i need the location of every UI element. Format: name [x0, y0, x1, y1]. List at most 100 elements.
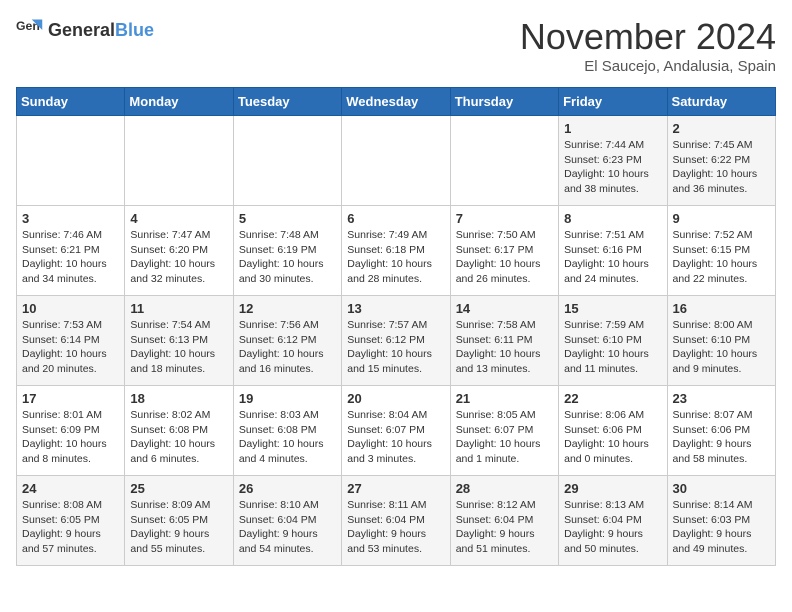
day-number: 2 — [673, 121, 770, 136]
calendar-cell: 16 Sunrise: 8:00 AM Sunset: 6:10 PM Dayli… — [667, 296, 775, 386]
day-number: 24 — [22, 481, 119, 496]
logo-icon: Gen — [16, 16, 44, 44]
calendar-cell: 21 Sunrise: 8:05 AM Sunset: 6:07 PM Dayli… — [450, 386, 558, 476]
calendar-cell: 26 Sunrise: 8:10 AM Sunset: 6:04 PM Dayli… — [233, 476, 341, 566]
calendar-cell — [17, 116, 125, 206]
month-title: November 2024 — [520, 16, 776, 58]
day-number: 9 — [673, 211, 770, 226]
calendar-day-header: Tuesday — [233, 88, 341, 116]
calendar-cell: 20 Sunrise: 8:04 AM Sunset: 6:07 PM Dayli… — [342, 386, 450, 476]
day-info: Sunrise: 8:12 AM Sunset: 6:04 PM Dayligh… — [456, 498, 553, 557]
calendar-cell: 12 Sunrise: 7:56 AM Sunset: 6:12 PM Dayli… — [233, 296, 341, 386]
calendar-cell: 15Sunrise: 7:59 AM Sunset: 6:10 PM Dayli… — [559, 296, 667, 386]
calendar-cell — [125, 116, 233, 206]
calendar-week-row: 1 Sunrise: 7:44 AM Sunset: 6:23 PM Daylig… — [17, 116, 776, 206]
calendar-cell: 1 Sunrise: 7:44 AM Sunset: 6:23 PM Daylig… — [559, 116, 667, 206]
calendar-cell: 7 Sunrise: 7:50 AM Sunset: 6:17 PM Daylig… — [450, 206, 558, 296]
calendar-cell: 11Sunrise: 7:54 AM Sunset: 6:13 PM Dayli… — [125, 296, 233, 386]
day-number: 13 — [347, 301, 444, 316]
day-info: Sunrise: 7:51 AM Sunset: 6:16 PM Dayligh… — [564, 228, 661, 287]
day-info: Sunrise: 7:44 AM Sunset: 6:23 PM Dayligh… — [564, 138, 661, 197]
day-info: Sunrise: 7:50 AM Sunset: 6:17 PM Dayligh… — [456, 228, 553, 287]
day-info: Sunrise: 8:01 AM Sunset: 6:09 PM Dayligh… — [22, 408, 119, 467]
day-number: 21 — [456, 391, 553, 406]
calendar-cell — [342, 116, 450, 206]
day-info: Sunrise: 8:04 AM Sunset: 6:07 PM Dayligh… — [347, 408, 444, 467]
calendar-day-header: Monday — [125, 88, 233, 116]
day-number: 30 — [673, 481, 770, 496]
day-info: Sunrise: 8:07 AM Sunset: 6:06 PM Dayligh… — [673, 408, 770, 467]
logo: Gen GeneralBlue — [16, 16, 154, 44]
day-number: 26 — [239, 481, 336, 496]
day-number: 25 — [130, 481, 227, 496]
calendar-cell: 8Sunrise: 7:51 AM Sunset: 6:16 PM Daylig… — [559, 206, 667, 296]
calendar-cell: 28Sunrise: 8:12 AM Sunset: 6:04 PM Dayli… — [450, 476, 558, 566]
day-number: 3 — [22, 211, 119, 226]
calendar-cell: 2 Sunrise: 7:45 AM Sunset: 6:22 PM Daylig… — [667, 116, 775, 206]
day-number: 16 — [673, 301, 770, 316]
calendar-cell: 18 Sunrise: 8:02 AM Sunset: 6:08 PM Dayli… — [125, 386, 233, 476]
day-info: Sunrise: 7:52 AM Sunset: 6:15 PM Dayligh… — [673, 228, 770, 287]
calendar-cell: 23 Sunrise: 8:07 AM Sunset: 6:06 PM Dayli… — [667, 386, 775, 476]
calendar-header-row: SundayMondayTuesdayWednesdayThursdayFrid… — [17, 88, 776, 116]
day-number: 12 — [239, 301, 336, 316]
calendar-week-row: 17 Sunrise: 8:01 AM Sunset: 6:09 PM Dayli… — [17, 386, 776, 476]
calendar-cell: 29 Sunrise: 8:13 AM Sunset: 6:04 PM Dayli… — [559, 476, 667, 566]
day-info: Sunrise: 8:10 AM Sunset: 6:04 PM Dayligh… — [239, 498, 336, 557]
day-number: 11 — [130, 301, 227, 316]
day-number: 20 — [347, 391, 444, 406]
day-info: Sunrise: 8:02 AM Sunset: 6:08 PM Dayligh… — [130, 408, 227, 467]
logo-general-text: General — [48, 20, 115, 40]
day-number: 29 — [564, 481, 661, 496]
day-info: Sunrise: 7:46 AM Sunset: 6:21 PM Dayligh… — [22, 228, 119, 287]
calendar-table: SundayMondayTuesdayWednesdayThursdayFrid… — [16, 87, 776, 566]
day-number: 7 — [456, 211, 553, 226]
day-number: 27 — [347, 481, 444, 496]
day-number: 10 — [22, 301, 119, 316]
day-info: Sunrise: 7:56 AM Sunset: 6:12 PM Dayligh… — [239, 318, 336, 377]
day-info: Sunrise: 7:59 AM Sunset: 6:10 PM Dayligh… — [564, 318, 661, 377]
calendar-week-row: 10 Sunrise: 7:53 AM Sunset: 6:14 PM Dayli… — [17, 296, 776, 386]
day-number: 17 — [22, 391, 119, 406]
day-number: 14 — [456, 301, 553, 316]
calendar-cell: 19Sunrise: 8:03 AM Sunset: 6:08 PM Dayli… — [233, 386, 341, 476]
calendar-cell: 3 Sunrise: 7:46 AM Sunset: 6:21 PM Daylig… — [17, 206, 125, 296]
day-info: Sunrise: 8:11 AM Sunset: 6:04 PM Dayligh… — [347, 498, 444, 557]
calendar-day-header: Thursday — [450, 88, 558, 116]
day-info: Sunrise: 8:00 AM Sunset: 6:10 PM Dayligh… — [673, 318, 770, 377]
day-number: 23 — [673, 391, 770, 406]
day-info: Sunrise: 7:53 AM Sunset: 6:14 PM Dayligh… — [22, 318, 119, 377]
day-number: 1 — [564, 121, 661, 136]
calendar-cell: 4Sunrise: 7:47 AM Sunset: 6:20 PM Daylig… — [125, 206, 233, 296]
day-number: 18 — [130, 391, 227, 406]
day-info: Sunrise: 7:58 AM Sunset: 6:11 PM Dayligh… — [456, 318, 553, 377]
calendar-body: 1 Sunrise: 7:44 AM Sunset: 6:23 PM Daylig… — [17, 116, 776, 566]
calendar-week-row: 3 Sunrise: 7:46 AM Sunset: 6:21 PM Daylig… — [17, 206, 776, 296]
day-info: Sunrise: 8:05 AM Sunset: 6:07 PM Dayligh… — [456, 408, 553, 467]
calendar-cell: 14 Sunrise: 7:58 AM Sunset: 6:11 PM Dayli… — [450, 296, 558, 386]
logo-blue-text: Blue — [115, 20, 154, 40]
day-number: 22 — [564, 391, 661, 406]
day-number: 19 — [239, 391, 336, 406]
calendar-cell: 30 Sunrise: 8:14 AM Sunset: 6:03 PM Dayli… — [667, 476, 775, 566]
day-number: 6 — [347, 211, 444, 226]
day-info: Sunrise: 8:14 AM Sunset: 6:03 PM Dayligh… — [673, 498, 770, 557]
calendar-day-header: Friday — [559, 88, 667, 116]
day-info: Sunrise: 8:09 AM Sunset: 6:05 PM Dayligh… — [130, 498, 227, 557]
day-info: Sunrise: 8:13 AM Sunset: 6:04 PM Dayligh… — [564, 498, 661, 557]
calendar-cell: 9 Sunrise: 7:52 AM Sunset: 6:15 PM Daylig… — [667, 206, 775, 296]
day-info: Sunrise: 7:48 AM Sunset: 6:19 PM Dayligh… — [239, 228, 336, 287]
calendar-cell: 27 Sunrise: 8:11 AM Sunset: 6:04 PM Dayli… — [342, 476, 450, 566]
day-number: 5 — [239, 211, 336, 226]
calendar-week-row: 24 Sunrise: 8:08 AM Sunset: 6:05 PM Dayli… — [17, 476, 776, 566]
calendar-cell: 22Sunrise: 8:06 AM Sunset: 6:06 PM Dayli… — [559, 386, 667, 476]
calendar-cell: 13Sunrise: 7:57 AM Sunset: 6:12 PM Dayli… — [342, 296, 450, 386]
calendar-cell: 10 Sunrise: 7:53 AM Sunset: 6:14 PM Dayli… — [17, 296, 125, 386]
calendar-day-header: Saturday — [667, 88, 775, 116]
calendar-cell: 5 Sunrise: 7:48 AM Sunset: 6:19 PM Daylig… — [233, 206, 341, 296]
calendar-cell: 24 Sunrise: 8:08 AM Sunset: 6:05 PM Dayli… — [17, 476, 125, 566]
day-number: 4 — [130, 211, 227, 226]
calendar-day-header: Sunday — [17, 88, 125, 116]
day-info: Sunrise: 8:08 AM Sunset: 6:05 PM Dayligh… — [22, 498, 119, 557]
day-info: Sunrise: 7:45 AM Sunset: 6:22 PM Dayligh… — [673, 138, 770, 197]
